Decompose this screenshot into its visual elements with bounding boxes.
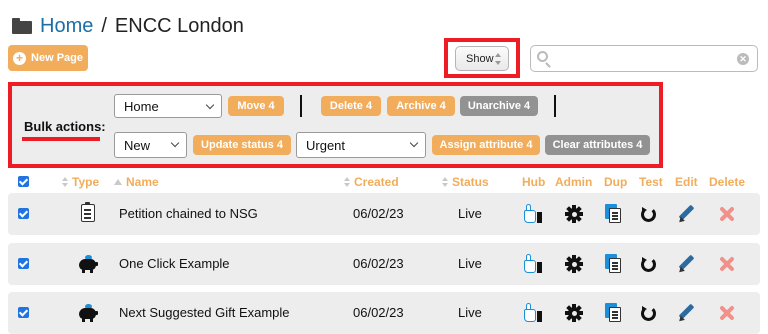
row-name-link[interactable]: Next Suggested Gift Example <box>119 305 290 320</box>
new-page-button[interactable]: + New Page <box>8 45 88 71</box>
row-name-link[interactable]: One Click Example <box>119 256 230 271</box>
bulk-actions-underline <box>22 137 100 141</box>
status-select[interactable]: New <box>114 132 187 158</box>
search-box[interactable]: ✕ <box>530 45 758 72</box>
new-page-label: New Page <box>31 52 83 64</box>
row-checkbox[interactable] <box>18 208 29 219</box>
piggy-bank-icon <box>78 304 98 322</box>
gear-icon[interactable] <box>565 255 583 273</box>
test-icon[interactable] <box>641 207 656 222</box>
column-header-name[interactable]: Name <box>114 175 159 189</box>
select-arrows-icon <box>495 53 502 65</box>
hub-icon[interactable] <box>524 303 542 323</box>
column-header-admin: Admin <box>555 175 593 189</box>
column-header-test: Test <box>639 175 663 189</box>
delete-icon[interactable] <box>719 305 735 321</box>
delete-icon[interactable] <box>719 206 735 222</box>
column-header-delete: Delete <box>709 175 746 189</box>
piggy-bank-icon <box>78 255 98 273</box>
row-checkbox[interactable] <box>18 258 29 269</box>
sort-icon <box>344 177 350 187</box>
select-all-checkbox[interactable] <box>18 176 29 187</box>
delete-icon[interactable] <box>719 256 735 272</box>
row-name-link[interactable]: Petition chained to NSG <box>119 206 258 221</box>
row-status: Live <box>458 206 482 221</box>
move-page-select-value: Home <box>124 98 159 114</box>
column-type-label: Type <box>72 175 100 189</box>
test-icon[interactable] <box>641 306 656 321</box>
breadcrumb-separator: / <box>101 14 107 37</box>
row-created: 06/02/23 <box>353 206 404 221</box>
column-status-label: Status <box>452 175 489 189</box>
table-row: Next Suggested Gift Example 06/02/23 Liv… <box>8 292 760 334</box>
divider <box>300 95 302 117</box>
breadcrumb-site-name: ENCC London <box>114 14 244 37</box>
folder-icon <box>12 18 32 34</box>
search-input[interactable] <box>555 49 735 68</box>
row-status: Live <box>458 256 482 271</box>
column-header-type[interactable]: Type <box>62 175 99 189</box>
duplicate-icon[interactable] <box>605 254 622 273</box>
hub-icon[interactable] <box>524 204 542 224</box>
column-header-edit: Edit <box>675 175 698 189</box>
edit-icon[interactable] <box>677 303 695 324</box>
hub-icon[interactable] <box>524 254 542 274</box>
clear-search-icon[interactable]: ✕ <box>737 53 749 65</box>
update-status-button[interactable]: Update status 4 <box>193 135 291 155</box>
archive-button[interactable]: Archive 4 <box>387 96 455 116</box>
page-title: Home / ENCC London <box>12 12 244 40</box>
delete-bulk-button[interactable]: Delete 4 <box>321 96 381 116</box>
sort-icon <box>442 177 448 187</box>
table-row: One Click Example 06/02/23 Live <box>8 243 760 285</box>
plus-icon: + <box>13 51 27 65</box>
edit-icon[interactable] <box>677 204 695 225</box>
attribute-select-value: Urgent <box>306 137 346 153</box>
row-checkbox[interactable] <box>18 307 29 318</box>
edit-icon[interactable] <box>677 254 695 275</box>
column-header-hub: Hub <box>522 175 546 189</box>
duplicate-icon[interactable] <box>605 303 622 322</box>
column-header-status[interactable]: Status <box>442 175 489 189</box>
move-button[interactable]: Move 4 <box>228 96 284 116</box>
chevron-down-icon <box>409 138 419 148</box>
show-select[interactable]: Show <box>455 46 509 71</box>
test-icon[interactable] <box>641 257 656 272</box>
row-created: 06/02/23 <box>353 305 404 320</box>
search-icon <box>537 51 548 62</box>
petition-icon <box>81 202 95 222</box>
move-page-select[interactable]: Home <box>114 94 222 118</box>
column-header-dup: Dup <box>604 175 628 189</box>
attribute-select[interactable]: Urgent <box>296 132 426 158</box>
divider <box>554 95 556 117</box>
unarchive-button[interactable]: Unarchive 4 <box>460 96 538 116</box>
row-status: Live <box>458 305 482 320</box>
table-row: Petition chained to NSG 06/02/23 Live <box>8 193 760 235</box>
breadcrumb-home-link[interactable]: Home <box>40 15 93 38</box>
column-name-label: Name <box>126 175 159 189</box>
gear-icon[interactable] <box>565 205 583 223</box>
column-created-label: Created <box>354 175 399 189</box>
assign-attribute-button[interactable]: Assign attribute 4 <box>432 135 540 155</box>
row-created: 06/02/23 <box>353 256 404 271</box>
show-select-value: Show <box>466 52 494 65</box>
sort-icon <box>62 177 68 187</box>
sort-ascending-icon <box>114 179 122 185</box>
gear-icon[interactable] <box>565 304 583 322</box>
bulk-actions-label: Bulk actions: <box>24 119 106 134</box>
duplicate-icon[interactable] <box>605 204 622 223</box>
clear-attributes-button[interactable]: Clear attributes 4 <box>545 135 650 155</box>
column-header-created[interactable]: Created <box>344 175 399 189</box>
chevron-down-icon <box>205 100 215 110</box>
chevron-down-icon <box>170 138 180 148</box>
status-select-value: New <box>124 137 151 153</box>
